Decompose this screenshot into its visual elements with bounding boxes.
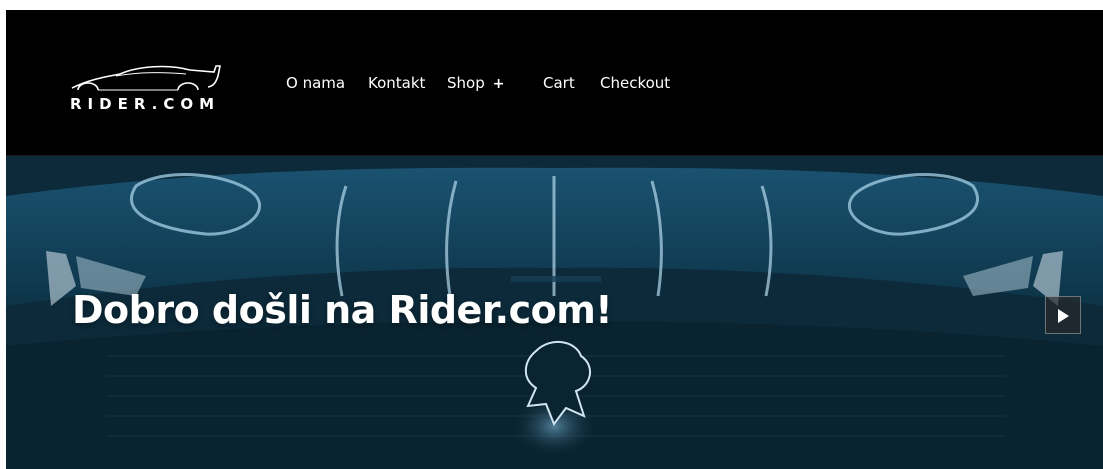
- nav-item-checkout[interactable]: Checkout: [600, 74, 670, 92]
- logo-text: RIDER.COM: [70, 95, 221, 113]
- hero-banner: Dobro došli na Rider.com!: [6, 156, 1103, 469]
- nav-item-cart[interactable]: Cart: [543, 74, 575, 92]
- site-logo[interactable]: RIDER.COM: [68, 60, 228, 120]
- plus-icon[interactable]: +: [493, 76, 505, 92]
- nav-item-label: Shop: [447, 74, 485, 92]
- hero-title: Dobro došli na Rider.com!: [72, 288, 613, 332]
- nav-item-label: Cart: [543, 74, 575, 92]
- slider-next-button[interactable]: [1045, 296, 1081, 334]
- site-header: RIDER.COM O nama Kontakt Shop + Cart Chec…: [6, 10, 1103, 156]
- page-frame: RIDER.COM O nama Kontakt Shop + Cart Chec…: [6, 10, 1103, 469]
- nav-item-label: Kontakt: [368, 74, 426, 92]
- nav-item-label: Checkout: [600, 74, 671, 92]
- nav-item-shop[interactable]: Shop +: [447, 74, 504, 92]
- nav-item-label: O nama: [286, 74, 346, 92]
- car-logo-icon: [71, 65, 221, 91]
- nav-item-o-nama[interactable]: O nama: [286, 74, 345, 92]
- play-right-icon: [1058, 309, 1069, 323]
- nav-item-kontakt[interactable]: Kontakt: [368, 74, 425, 92]
